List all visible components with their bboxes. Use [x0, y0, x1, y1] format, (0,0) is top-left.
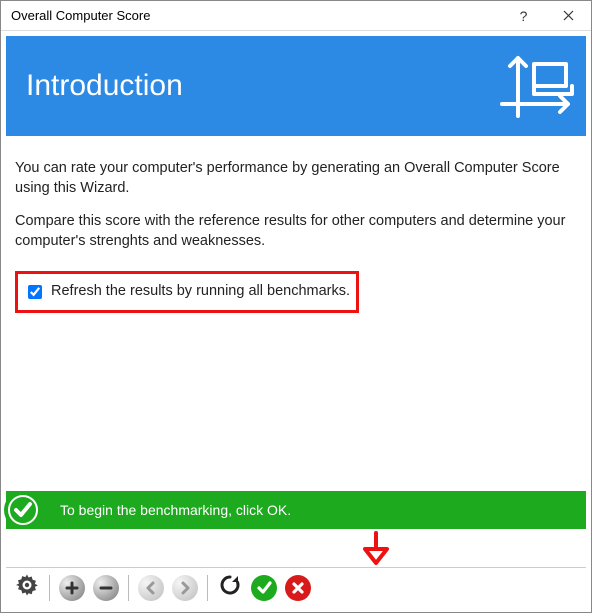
- question-icon: ?: [520, 8, 528, 24]
- wizard-header: Introduction: [6, 36, 586, 136]
- intro-paragraph-1: You can rate your computer's performance…: [15, 159, 577, 198]
- toolbar-separator: [207, 575, 208, 601]
- intro-paragraph-2: Compare this score with the reference re…: [15, 212, 577, 251]
- arrow-left-icon: [138, 575, 164, 601]
- computer-score-icon: [496, 44, 578, 131]
- status-message: To begin the benchmarking, click OK.: [60, 502, 291, 518]
- close-button[interactable]: [546, 1, 591, 31]
- x-icon: [285, 575, 311, 601]
- refresh-button[interactable]: [215, 573, 245, 603]
- arrow-right-icon: [172, 575, 198, 601]
- refresh-benchmarks-label: Refresh the results by running all bench…: [51, 282, 350, 302]
- ok-button[interactable]: [249, 573, 279, 603]
- toolbar-separator: [128, 575, 129, 601]
- refresh-icon: [218, 573, 242, 602]
- titlebar: Overall Computer Score ?: [1, 1, 591, 31]
- toolbar: [6, 567, 586, 607]
- zoom-in-button[interactable]: [57, 573, 87, 603]
- refresh-benchmarks-input[interactable]: [28, 285, 42, 299]
- minus-icon: [93, 575, 119, 601]
- check-icon: [251, 575, 277, 601]
- page-title: Introduction: [26, 69, 183, 103]
- gear-icon: [15, 573, 39, 602]
- highlight-annotation: Refresh the results by running all bench…: [15, 271, 359, 313]
- plus-icon: [59, 575, 85, 601]
- toolbar-separator: [49, 575, 50, 601]
- back-button[interactable]: [136, 573, 166, 603]
- zoom-out-button[interactable]: [91, 573, 121, 603]
- status-bar: To begin the benchmarking, click OK.: [6, 491, 586, 529]
- help-button[interactable]: ?: [501, 1, 546, 31]
- forward-button[interactable]: [170, 573, 200, 603]
- status-check-icon: [4, 491, 42, 529]
- arrow-annotation: [1, 529, 591, 567]
- cancel-button[interactable]: [283, 573, 313, 603]
- close-icon: [563, 8, 574, 24]
- settings-button[interactable]: [12, 573, 42, 603]
- wizard-body: You can rate your computer's performance…: [1, 141, 591, 491]
- window-title: Overall Computer Score: [11, 8, 501, 23]
- refresh-benchmarks-checkbox[interactable]: Refresh the results by running all bench…: [18, 274, 356, 310]
